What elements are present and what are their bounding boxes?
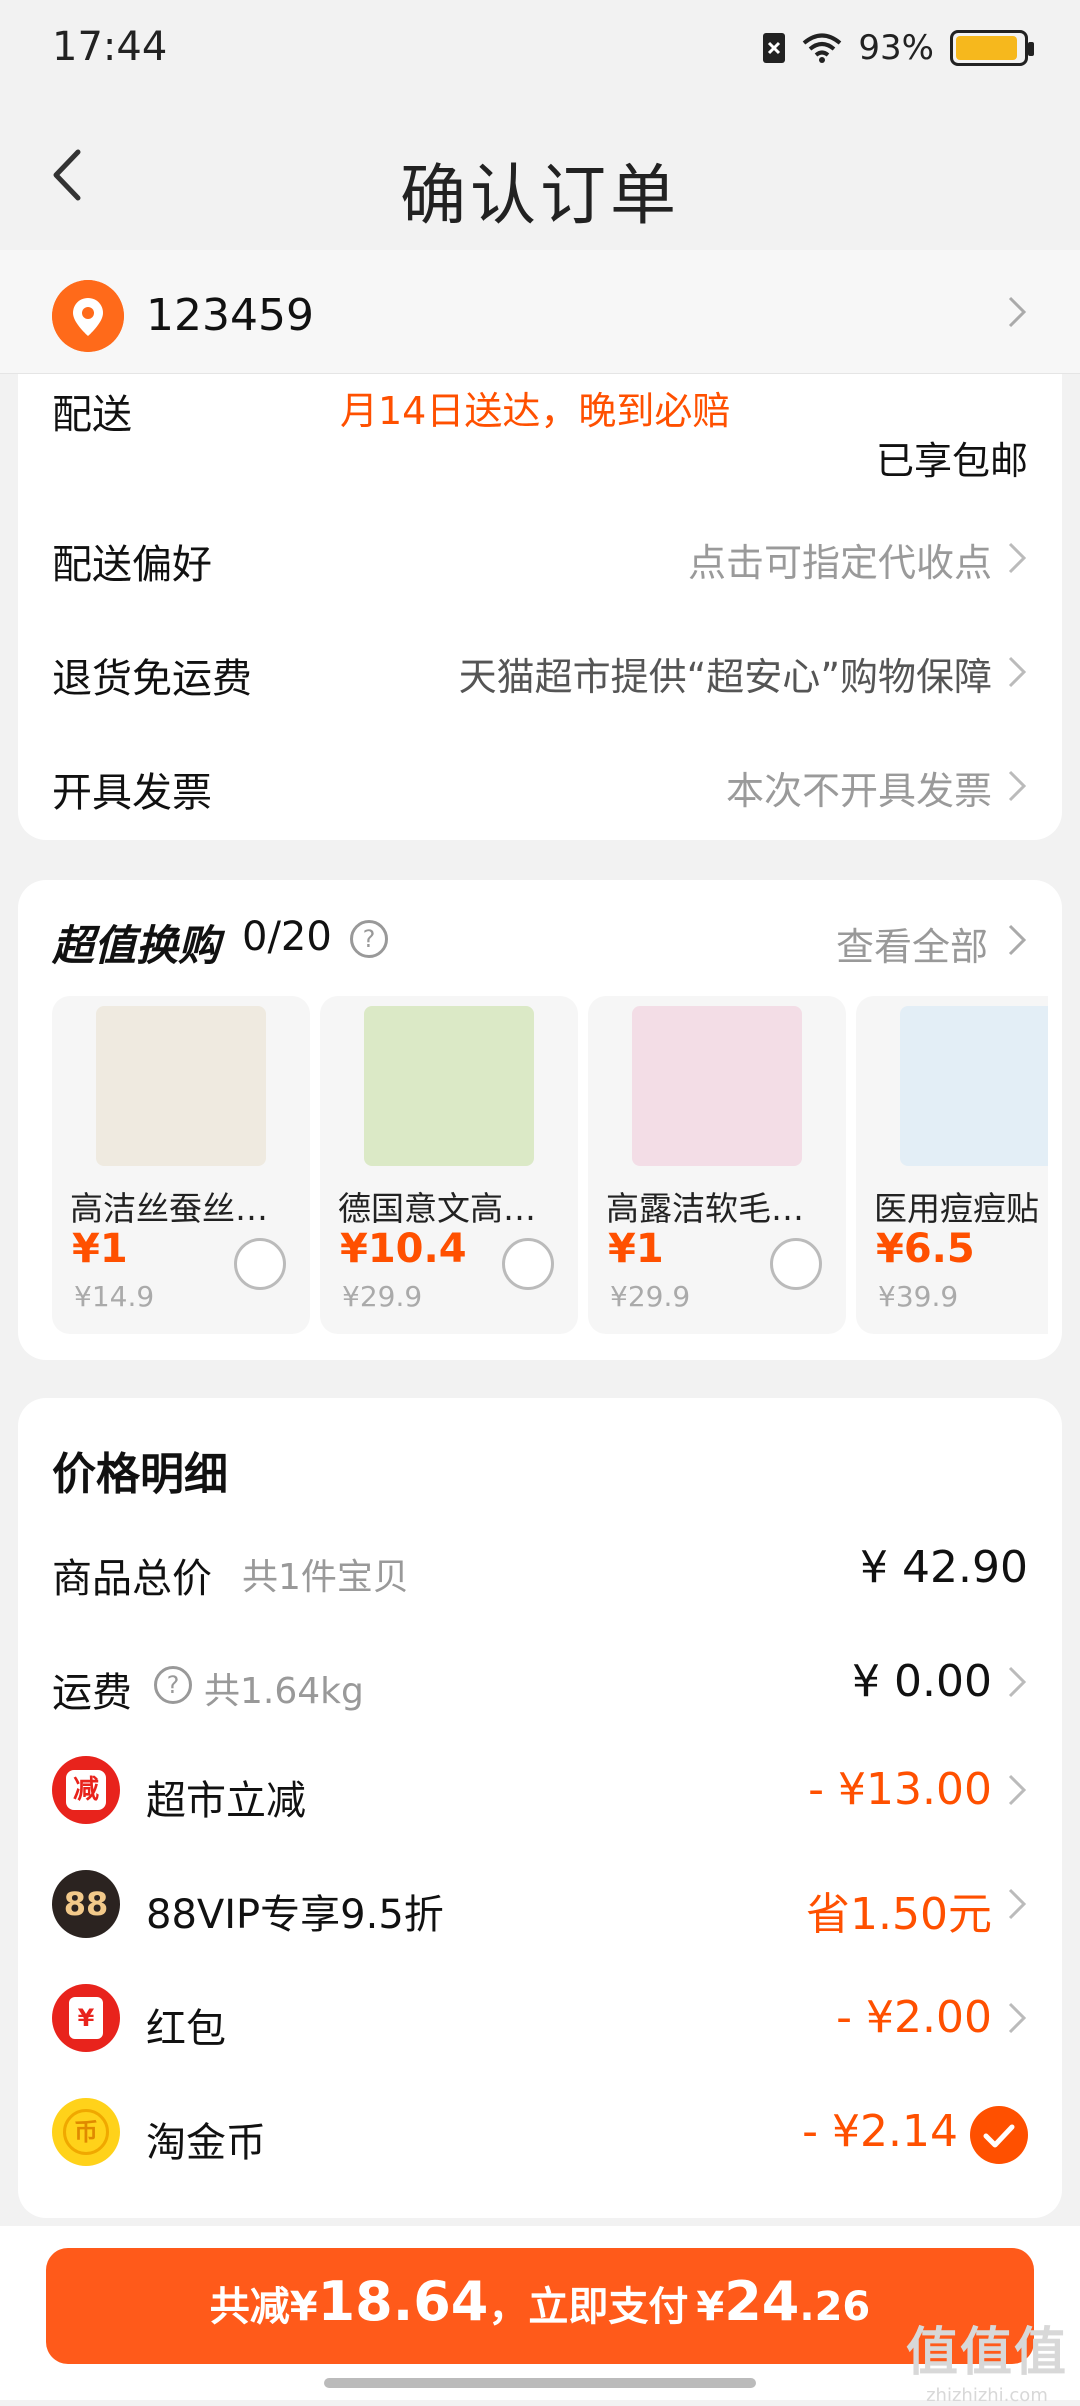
product-price: ¥6.5 <box>876 1226 975 1272</box>
watermark-sub: zhizhizhi.com <box>926 2385 1048 2406</box>
product-name: 高露洁软毛… <box>606 1189 804 1228</box>
market-discount-label: 超市立减 <box>146 1778 306 1824</box>
product-name: 德国意文高… <box>338 1189 536 1228</box>
swap-count: 0/20 <box>242 914 332 960</box>
gold-coin-icon: 币 <box>52 2098 120 2166</box>
swap-card: 超值换购 0/20 ? 查看全部 高洁丝蚕丝… ¥1 ¥14.9 德国意文高… … <box>18 880 1062 1360</box>
vip-discount-label: 88VIP专享9.5折 <box>146 1892 444 1938</box>
vip-discount-value: 省1.50元 <box>806 1889 992 1940</box>
product-image <box>632 1006 802 1166</box>
market-discount-value: - ¥13.00 <box>808 1764 992 1815</box>
product-select-radio[interactable] <box>234 1238 286 1290</box>
taojinbi-label: 淘金币 <box>146 2120 266 2166</box>
delivery-label: 配送 <box>52 392 132 438</box>
battery-percent: 93% <box>858 28 934 68</box>
product-original-price: ¥39.9 <box>878 1280 959 1313</box>
delivery-date: 月14日送达，晚到必赔 <box>340 389 731 433</box>
reduce-amount: 18.64 <box>317 2270 489 2333</box>
pay-prefix: 共减 <box>209 2284 290 2330</box>
page-title: 确认订单 <box>400 157 680 234</box>
product-image <box>364 1006 534 1166</box>
invoice-value: 本次不开具发票 <box>725 769 992 813</box>
pay-amount: 24 <box>724 2270 800 2333</box>
product-select-radio[interactable] <box>502 1238 554 1290</box>
status-icons: 93% <box>762 28 1034 68</box>
product-original-price: ¥14.9 <box>74 1280 155 1313</box>
red-packet-icon: ¥ <box>52 1984 120 2052</box>
product-original-price: ¥29.9 <box>342 1280 423 1313</box>
goods-total-label: 商品总价 <box>52 1556 212 1602</box>
product-original-price: ¥29.9 <box>610 1280 691 1313</box>
reduce-currency: ¥ <box>289 2284 318 2330</box>
product-name: 医用痘痘贴 <box>874 1189 1039 1228</box>
chevron-right-icon <box>1008 1774 1027 1806</box>
location-pin-icon <box>52 280 124 352</box>
freight-value: ¥ 0.00 <box>852 1656 992 1707</box>
product-image <box>900 1006 1048 1166</box>
no-sim-icon <box>763 33 786 63</box>
address-text: 123459 <box>146 290 314 341</box>
product-select-radio[interactable] <box>770 1238 822 1290</box>
freight-label: 运费 <box>52 1670 132 1716</box>
taojinbi-value: - ¥2.14 <box>802 2106 958 2157</box>
goods-total-value: ¥ 42.90 <box>860 1542 1028 1593</box>
chevron-right-icon <box>1008 656 1027 688</box>
swap-product[interactable]: 德国意文高… ¥10.4 ¥29.9 <box>320 996 578 1334</box>
swap-product[interactable]: 医用痘痘贴 ¥6.5 ¥39.9 <box>856 996 1048 1334</box>
product-price: ¥1 <box>608 1226 664 1272</box>
market-discount-icon: 减 <box>52 1756 120 1824</box>
home-indicator[interactable] <box>324 2378 756 2388</box>
free-shipping-text: 已享包邮 <box>875 439 1028 483</box>
delivery-preference-label: 配送偏好 <box>52 542 212 588</box>
free-return-label: 退货免运费 <box>52 656 252 702</box>
swap-product[interactable]: 高露洁软毛… ¥1 ¥29.9 <box>588 996 846 1334</box>
price-detail-title: 价格明细 <box>52 1449 228 1500</box>
product-name: 高洁丝蚕丝… <box>70 1189 268 1228</box>
pay-button[interactable]: 共减 ¥ 18.64 ，立即支付 ¥ 24 .26 <box>46 2248 1034 2364</box>
market-discount-badge: 减 <box>66 1770 106 1810</box>
free-return-value: 天猫超市提供“超安心”购物保障 <box>458 655 992 699</box>
vip-88-icon: 88 <box>52 1870 120 1938</box>
view-all-link[interactable]: 查看全部 <box>836 916 988 971</box>
help-icon[interactable]: ? <box>154 1666 192 1704</box>
chevron-right-icon <box>1008 1888 1027 1920</box>
battery-icon <box>950 30 1034 66</box>
status-bar: 17:44 93% <box>0 0 1080 100</box>
swap-product[interactable]: 高洁丝蚕丝… ¥1 ¥14.9 <box>52 996 310 1334</box>
nav-bar: 确认订单 <box>0 100 1080 250</box>
watermark-main: 值值值 <box>905 2323 1068 2383</box>
red-packet-badge: ¥ <box>69 1997 103 2039</box>
red-packet-value: - ¥2.00 <box>836 1992 992 2043</box>
pay-currency: ¥ <box>696 2284 725 2330</box>
red-packet-label: 红包 <box>146 2006 226 2052</box>
checkmark-icon[interactable] <box>970 2106 1028 2164</box>
chevron-right-icon <box>1008 1666 1027 1698</box>
chevron-right-icon <box>1008 542 1027 574</box>
watermark: 值值值 zhizhizhi.com <box>906 2310 1068 2406</box>
address-row[interactable]: 123459 <box>0 250 1080 374</box>
chevron-right-icon <box>1008 770 1027 802</box>
product-price: ¥10.4 <box>340 1226 467 1272</box>
chevron-right-icon <box>1008 296 1027 328</box>
invoice-label: 开具发票 <box>52 770 212 816</box>
help-icon[interactable]: ? <box>350 920 388 958</box>
product-image <box>96 1006 266 1166</box>
chevron-right-icon <box>1008 2002 1027 2034</box>
pay-middle-text: ，立即支付 <box>488 2284 689 2330</box>
vip-badge-text: 88 <box>63 1885 109 1923</box>
goods-count: 共1件宝贝 <box>242 1557 409 1598</box>
product-price: ¥1 <box>72 1226 128 1272</box>
delivery-preference-value: 点击可指定代收点 <box>687 541 992 585</box>
freight-weight: 共1.64kg <box>204 1671 364 1712</box>
swap-title: 超值换购 <box>52 921 221 970</box>
price-detail-card: 价格明细 商品总价 共1件宝贝 ¥ 42.90 运费 ? 共1.64kg ¥ 0… <box>18 1398 1062 2218</box>
swap-product-list: 高洁丝蚕丝… ¥1 ¥14.9 德国意文高… ¥10.4 ¥29.9 高露洁软毛… <box>52 996 1048 1336</box>
wifi-icon <box>803 33 842 63</box>
pay-decimal: .26 <box>799 2284 871 2330</box>
gold-coin-badge: 币 <box>63 2109 109 2155</box>
delivery-card: 配送 月14日送达，晚到必赔 已享包邮 配送偏好 点击可指定代收点 退货免运费 … <box>18 374 1062 840</box>
chevron-right-icon <box>1008 924 1027 956</box>
status-time: 17:44 <box>52 24 168 70</box>
battery-level <box>956 36 1018 60</box>
